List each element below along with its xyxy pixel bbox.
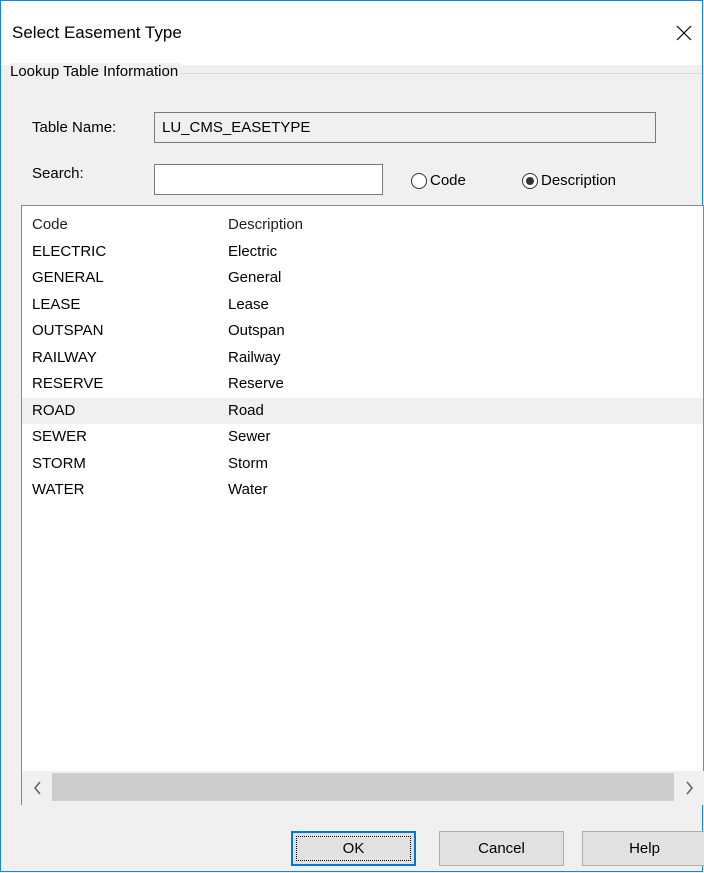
scroll-thumb[interactable] <box>52 773 674 801</box>
cancel-button[interactable]: Cancel <box>439 831 564 866</box>
help-button-label: Help <box>629 840 660 857</box>
horizontal-scrollbar[interactable] <box>22 771 704 805</box>
table-name-field: LU_CMS_EASETYPE <box>154 112 656 143</box>
table-row[interactable]: SEWER Sewer <box>22 424 703 451</box>
table-row[interactable]: WATER Water <box>22 477 703 504</box>
radio-description-label: Description <box>541 172 617 189</box>
help-button[interactable]: Help <box>582 831 704 866</box>
radio-code-circle[interactable] <box>411 172 427 189</box>
row-description: Outspan <box>228 322 285 339</box>
radio-code-label: Code <box>430 172 466 189</box>
cancel-button-label: Cancel <box>478 840 525 857</box>
scroll-left-button[interactable] <box>22 771 52 805</box>
row-description: Storm <box>228 454 269 472</box>
chevron-left-icon <box>33 781 41 795</box>
radio-description-circle[interactable] <box>522 172 538 189</box>
window-title: Select Easement Type <box>12 23 182 42</box>
table-row[interactable]: RESERVE Reserve <box>22 371 703 398</box>
row-description: Water <box>228 481 268 498</box>
focus-rect <box>296 836 411 861</box>
row-description: Reserve <box>228 375 284 392</box>
row-code: RESERVE <box>32 375 104 392</box>
table-row[interactable]: OUTSPAN Outspan <box>22 318 703 345</box>
lookup-list[interactable]: Code Description ELECTRIC Electric GENERAL… <box>21 205 704 805</box>
row-description: Electric <box>228 242 278 260</box>
scroll-right-button[interactable] <box>674 771 704 805</box>
row-code: OUTSPAN <box>32 322 104 339</box>
row-description: Road <box>228 401 264 419</box>
group-legend: Lookup Table Information <box>10 63 181 80</box>
row-code: STORM <box>32 454 86 472</box>
radio-description[interactable]: Description <box>522 172 616 189</box>
close-button[interactable] <box>666 11 702 55</box>
table-row[interactable]: ELECTRIC Electric <box>22 239 703 266</box>
row-description: Lease <box>228 295 269 313</box>
table-row[interactable]: ROAD Road <box>22 397 703 424</box>
row-code: ROAD <box>32 401 76 419</box>
close-icon <box>676 25 692 41</box>
table-row[interactable]: GENERAL General <box>22 265 703 292</box>
row-code: LEASE <box>32 295 81 313</box>
search-label: Search: <box>32 165 84 182</box>
list-header: Code Description <box>22 212 703 239</box>
table-row[interactable]: RAILWAY Railway <box>22 345 703 372</box>
row-code: ELECTRIC <box>32 242 107 260</box>
ok-button[interactable]: OK <box>291 831 416 866</box>
row-description: General <box>228 269 282 286</box>
row-description: Railway <box>228 348 281 366</box>
table-row[interactable]: STORM Storm <box>22 451 703 478</box>
search-input[interactable] <box>154 164 383 195</box>
row-code: RAILWAY <box>32 348 97 366</box>
column-header-code[interactable]: Code <box>32 212 68 239</box>
table-row[interactable]: LEASE Lease <box>22 292 703 319</box>
row-code: WATER <box>32 481 85 498</box>
row-description: Sewer <box>228 428 271 445</box>
table-name-label: Table Name: <box>32 119 117 136</box>
row-code: SEWER <box>32 428 88 445</box>
chevron-right-icon <box>685 781 693 795</box>
column-header-description[interactable]: Description <box>228 212 303 239</box>
row-code: GENERAL <box>32 269 104 286</box>
radio-code[interactable]: Code <box>411 172 466 189</box>
title-bar: Select Easement Type <box>1 1 702 65</box>
